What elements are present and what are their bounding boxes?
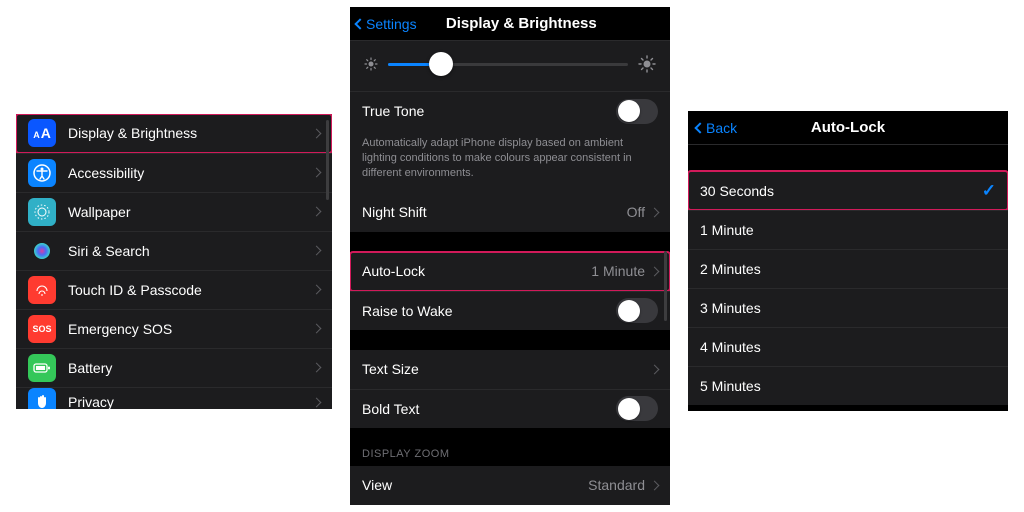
row-label: Night Shift	[362, 204, 627, 220]
row-label: View	[362, 477, 588, 493]
chevron-right-icon	[312, 246, 322, 256]
settings-row-wallpaper[interactable]: Wallpaper	[16, 192, 332, 231]
settings-row-label: Battery	[68, 360, 313, 376]
option-label: 3 Minutes	[700, 300, 996, 316]
row-label: True Tone	[362, 103, 616, 119]
settings-list-panel: AA Display & Brightness Accessibility Wa…	[16, 114, 332, 409]
row-value: Standard	[588, 477, 645, 493]
back-button[interactable]: Settings	[356, 16, 417, 32]
settings-row-label: Privacy	[68, 394, 313, 409]
settings-row-siri[interactable]: Siri & Search	[16, 231, 332, 270]
true-tone-hint: Automatically adapt iPhone display based…	[350, 130, 670, 193]
bold-text-row: Bold Text	[350, 389, 670, 428]
row-label: Text Size	[362, 361, 651, 377]
hand-icon	[28, 388, 56, 409]
battery-icon	[28, 354, 56, 382]
autolock-option-3m[interactable]: 3 Minutes	[688, 288, 1008, 327]
settings-row-label: Siri & Search	[68, 243, 313, 259]
touchid-icon	[28, 276, 56, 304]
text-size-row[interactable]: Text Size	[350, 350, 670, 389]
slider-thumb[interactable]	[429, 52, 453, 76]
text-size-icon: AA	[28, 119, 56, 147]
settings-row-battery[interactable]: Battery	[16, 348, 332, 387]
row-label: Bold Text	[362, 401, 616, 417]
bold-text-toggle[interactable]	[616, 396, 658, 421]
chevron-right-icon	[650, 480, 660, 490]
settings-row-label: Display & Brightness	[68, 125, 313, 141]
sun-large-icon	[638, 55, 656, 73]
settings-row-label: Touch ID & Passcode	[68, 282, 313, 298]
settings-row-privacy[interactable]: Privacy	[16, 387, 332, 409]
autolock-option-5m[interactable]: 5 Minutes	[688, 366, 1008, 405]
row-value: 1 Minute	[591, 263, 645, 279]
settings-row-label: Wallpaper	[68, 204, 313, 220]
true-tone-toggle[interactable]	[616, 99, 658, 124]
autolock-option-2m[interactable]: 2 Minutes	[688, 249, 1008, 288]
option-label: 2 Minutes	[700, 261, 996, 277]
row-value: Off	[627, 204, 645, 220]
autolock-option-1m[interactable]: 1 Minute	[688, 210, 1008, 249]
chevron-left-icon	[354, 18, 365, 29]
header: Back Auto-Lock	[688, 111, 1008, 145]
accessibility-icon	[28, 159, 56, 187]
sun-small-icon	[364, 57, 378, 71]
settings-row-sos[interactable]: SOS Emergency SOS	[16, 309, 332, 348]
chevron-right-icon	[650, 364, 660, 374]
back-label: Back	[706, 120, 737, 136]
chevron-right-icon	[312, 207, 322, 217]
settings-row-label: Emergency SOS	[68, 321, 313, 337]
chevron-right-icon	[650, 207, 660, 217]
checkmark-icon: ✓	[982, 181, 996, 201]
option-label: 30 Seconds	[700, 183, 982, 199]
chevron-right-icon	[312, 324, 322, 334]
header: Settings Display & Brightness	[350, 7, 670, 41]
back-label: Settings	[366, 16, 417, 32]
brightness-slider-row	[350, 41, 670, 91]
chevron-right-icon	[312, 397, 322, 407]
siri-icon	[28, 237, 56, 265]
auto-lock-row[interactable]: Auto-Lock 1 Minute	[350, 252, 670, 291]
chevron-right-icon	[312, 128, 322, 138]
autolock-option-30s[interactable]: 30 Seconds ✓	[688, 171, 1008, 210]
night-shift-row[interactable]: Night Shift Off	[350, 193, 670, 232]
autolock-option-4m[interactable]: 4 Minutes	[688, 327, 1008, 366]
settings-row-accessibility[interactable]: Accessibility	[16, 153, 332, 192]
settings-row-display-brightness[interactable]: AA Display & Brightness	[16, 114, 332, 153]
chevron-right-icon	[650, 266, 660, 276]
chevron-right-icon	[312, 285, 322, 295]
scrollbar[interactable]	[326, 120, 329, 200]
auto-lock-panel: Back Auto-Lock 30 Seconds ✓ 1 Minute 2 M…	[688, 111, 1008, 411]
raise-to-wake-toggle[interactable]	[616, 298, 658, 323]
option-label: 1 Minute	[700, 222, 996, 238]
scrollbar[interactable]	[664, 251, 667, 321]
wallpaper-icon	[28, 198, 56, 226]
raise-to-wake-row: Raise to Wake	[350, 291, 670, 330]
page-title: Display & Brightness	[417, 15, 626, 32]
row-label: Auto-Lock	[362, 263, 591, 279]
settings-row-label: Accessibility	[68, 165, 313, 181]
settings-row-touchid[interactable]: Touch ID & Passcode	[16, 270, 332, 309]
option-label: 4 Minutes	[700, 339, 996, 355]
view-row[interactable]: View Standard	[350, 466, 670, 505]
option-label: 5 Minutes	[700, 378, 996, 394]
sos-icon: SOS	[28, 315, 56, 343]
back-button[interactable]: Back	[696, 120, 737, 136]
chevron-right-icon	[312, 168, 322, 178]
display-brightness-panel: Settings Display & Brightness True Tone …	[350, 7, 670, 505]
display-zoom-header: DISPLAY ZOOM	[350, 442, 670, 466]
row-label: Raise to Wake	[362, 303, 616, 319]
brightness-slider[interactable]	[388, 63, 628, 66]
chevron-right-icon	[312, 363, 322, 373]
chevron-left-icon	[694, 122, 705, 133]
true-tone-row: True Tone	[350, 91, 670, 130]
